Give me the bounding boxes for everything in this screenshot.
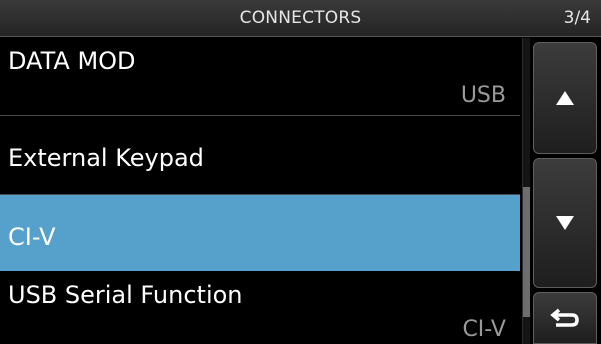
menu-item-label: CI-V <box>8 223 56 251</box>
page-title: CONNECTORS <box>239 8 362 28</box>
menu-item-label: USB Serial Function <box>8 281 243 309</box>
triangle-up-icon <box>534 43 596 153</box>
menu-item-external-keypad[interactable]: External Keypad <box>0 116 520 195</box>
scrollbar-track[interactable] <box>522 38 530 344</box>
connectors-menu-screen: CONNECTORS 3/4 DATA MOD USB External Key… <box>0 0 601 344</box>
triangle-down-icon <box>534 159 596 287</box>
scroll-up-button[interactable] <box>533 42 597 154</box>
scrollbar-thumb[interactable] <box>523 187 530 317</box>
menu-item-label: External Keypad <box>8 144 204 172</box>
menu-item-value: CI-V <box>462 317 506 342</box>
menu-item-usb-serial-function[interactable]: USB Serial Function CI-V <box>0 271 520 344</box>
page-indicator: 3/4 <box>563 8 591 28</box>
menu-list: DATA MOD USB External Keypad CI-V USB Se… <box>0 37 520 344</box>
menu-item-data-mod[interactable]: DATA MOD USB <box>0 37 520 116</box>
return-arrow-icon <box>534 293 596 343</box>
scroll-down-button[interactable] <box>533 158 597 288</box>
return-button[interactable] <box>533 292 597 344</box>
menu-item-label: DATA MOD <box>8 47 136 75</box>
menu-item-value: USB <box>460 83 506 108</box>
title-bar: CONNECTORS 3/4 <box>0 0 601 37</box>
menu-item-ci-v[interactable]: CI-V <box>0 195 520 271</box>
